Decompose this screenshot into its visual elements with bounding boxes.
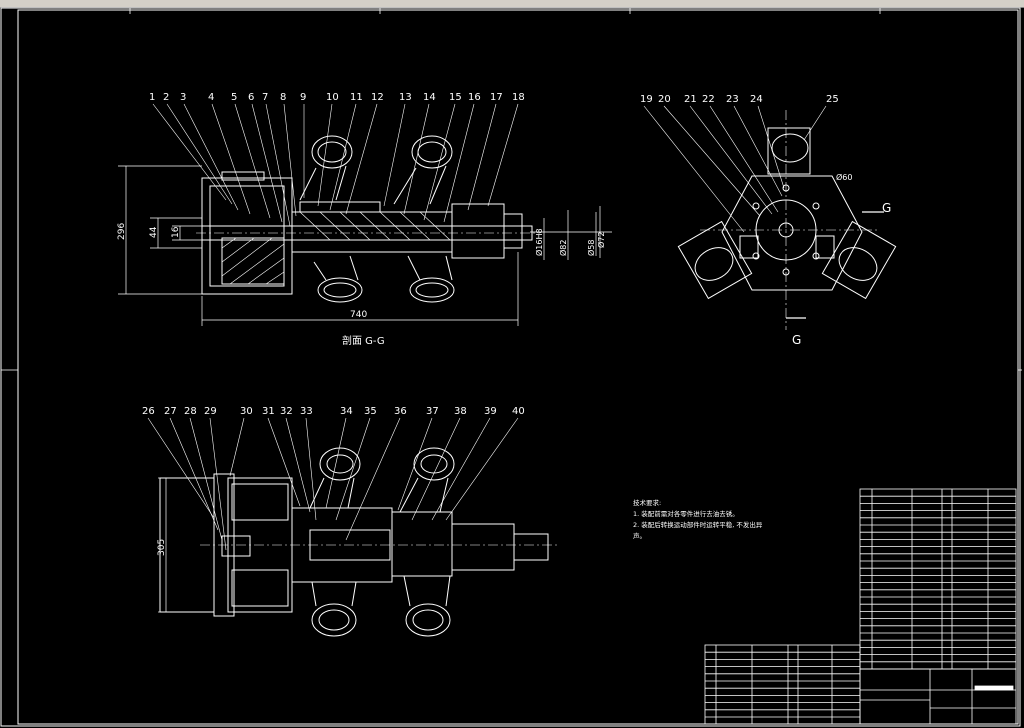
balloon-33: 33 xyxy=(300,406,313,417)
balloon-22: 22 xyxy=(702,94,715,105)
balloon-16: 16 xyxy=(468,92,481,103)
balloons-top: 1 2 3 4 5 6 7 8 9 10 11 12 13 14 15 16 1… xyxy=(149,92,525,103)
balloon-30: 30 xyxy=(240,406,253,417)
technical-notes: 技术要求: 1. 装配前需对各零件进行去油去锈。 2. 装配后转换运动部件时运转… xyxy=(633,498,762,542)
dim-44: 44 xyxy=(149,226,159,238)
balloon-4: 4 xyxy=(208,92,214,103)
dim-height-296: 296 xyxy=(117,223,127,240)
cad-drawing: 1 2 3 4 5 6 7 8 9 10 11 12 13 14 15 16 1… xyxy=(0,7,1022,727)
balloon-2: 2 xyxy=(163,92,169,103)
balloon-17: 17 xyxy=(490,92,503,103)
view-bottom-labels: 26 27 28 29 30 31 32 33 34 35 36 37 38 3… xyxy=(142,406,525,556)
notes-line-3: 声。 xyxy=(633,532,646,540)
balloon-3: 3 xyxy=(180,92,186,103)
balloon-32: 32 xyxy=(280,406,293,417)
balloon-7: 7 xyxy=(262,92,268,103)
balloon-6: 6 xyxy=(248,92,254,103)
cut-letter-g-bottom: G xyxy=(792,333,801,347)
balloon-25: 25 xyxy=(826,94,839,105)
balloon-8: 8 xyxy=(280,92,286,103)
balloon-18: 18 xyxy=(512,92,525,103)
balloon-28: 28 xyxy=(184,406,197,417)
balloon-40: 40 xyxy=(512,406,525,417)
balloon-23: 23 xyxy=(726,94,739,105)
balloon-26: 26 xyxy=(142,406,155,417)
notes-line-1: 1. 装配前需对各零件进行去油去锈。 xyxy=(633,510,739,518)
balloon-15: 15 xyxy=(449,92,462,103)
balloon-11: 11 xyxy=(350,92,363,103)
balloon-1: 1 xyxy=(149,92,155,103)
balloon-37: 37 xyxy=(426,406,439,417)
view-top-labels: 1 2 3 4 5 6 7 8 9 10 11 12 13 14 15 16 1… xyxy=(117,92,606,347)
dia-58: Ø58 xyxy=(586,240,596,256)
notes-title: 技术要求: xyxy=(633,499,662,507)
balloon-38: 38 xyxy=(454,406,467,417)
balloon-9: 9 xyxy=(300,92,306,103)
cut-letter-g-top: G xyxy=(882,201,891,215)
balloon-24: 24 xyxy=(750,94,763,105)
dia-16h8: Ø16H8 xyxy=(534,228,544,256)
view-side xyxy=(643,105,897,330)
view-bottom xyxy=(147,417,560,637)
dia-82: Ø82 xyxy=(558,240,568,256)
balloon-14: 14 xyxy=(423,92,436,103)
balloon-39: 39 xyxy=(484,406,497,417)
notes-line-2: 2. 装配后转换运动部件时运转平稳, 不发出异 xyxy=(633,521,763,529)
balloon-29: 29 xyxy=(204,406,217,417)
dia-60: Ø60 xyxy=(836,172,852,182)
dia-72: Ø72 xyxy=(596,232,606,248)
balloon-10: 10 xyxy=(326,92,339,103)
dim-height-305: 305 xyxy=(157,539,167,556)
view-side-labels: 19 20 21 22 23 24 25 Ø60 G G xyxy=(640,94,891,347)
section-label: 剖面 G-G xyxy=(342,334,385,347)
balloon-19: 19 xyxy=(640,94,653,105)
balloon-5: 5 xyxy=(231,92,237,103)
balloon-31: 31 xyxy=(262,406,275,417)
dim-16: 16 xyxy=(171,226,181,238)
dim-length-740: 740 xyxy=(350,310,367,320)
balloon-20: 20 xyxy=(658,94,671,105)
balloon-27: 27 xyxy=(164,406,177,417)
balloon-13: 13 xyxy=(399,92,412,103)
balloon-12: 12 xyxy=(371,92,384,103)
balloon-35: 35 xyxy=(364,406,377,417)
balloon-21: 21 xyxy=(684,94,697,105)
balloon-36: 36 xyxy=(394,406,407,417)
balloon-34: 34 xyxy=(340,406,353,417)
view-top-section xyxy=(118,103,612,326)
